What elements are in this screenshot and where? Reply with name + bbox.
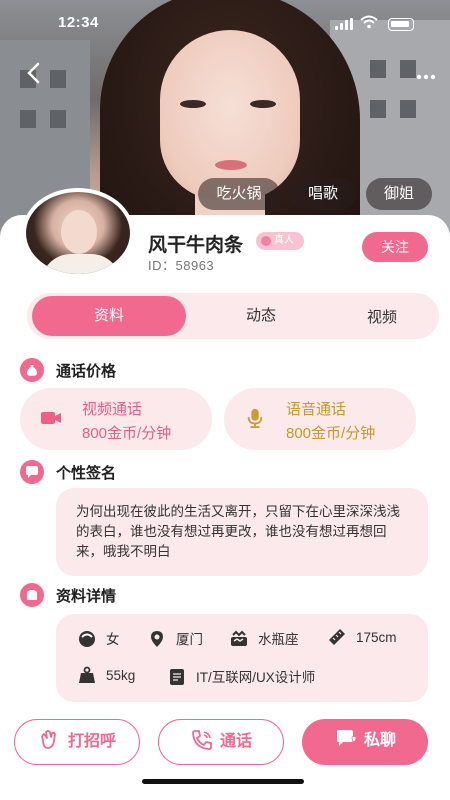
building-window [370,60,386,78]
private-chat-button[interactable]: 私聊 [302,719,428,765]
portrait-eye [180,100,206,108]
building-window [50,110,66,128]
portrait-lips [215,160,247,170]
greet-button-label: 打招呼 [67,733,116,750]
face-icon [79,631,95,647]
video-call-label: 视频通话 [82,401,143,418]
user-id: ID：58963 [148,258,215,273]
section-title: 通话价格 [56,363,117,380]
video-call-price: 800金币/分钟 [82,425,172,442]
more-options-icon[interactable] [416,64,436,85]
status-time: 12:34 [58,14,99,31]
verified-badge-label: 真人 [274,235,294,246]
call-button[interactable]: 通话 [158,719,284,765]
interest-tag: 吃火锅 [198,178,280,210]
home-indicator[interactable] [142,779,304,784]
document-icon [170,669,184,685]
status-bar: 12:34 [0,0,450,44]
avatar-face [61,210,97,254]
private-chat-button-label: 私聊 [363,732,396,749]
location-pin-icon [151,631,163,647]
building-window [400,100,416,118]
voice-call-price: 800金币/分钟 [286,425,376,442]
back-arrow-icon[interactable] [26,62,40,90]
video-camera-icon [41,412,61,424]
tab-moments[interactable]: 动态 [193,293,329,339]
zodiac-icon [231,630,247,646]
portrait-eye [250,100,276,108]
chat-heart-icon [336,730,357,746]
call-button-label: 通话 [219,733,252,750]
weight-icon [79,666,95,683]
section-title: 资料详情 [56,588,117,605]
wave-hand-icon [41,730,56,749]
interest-tag: 唱歌 [290,178,356,210]
detail-job-value: IT/互联网/UX设计师 [196,670,316,685]
interest-tag: 御姐 [366,178,432,210]
battery-icon [388,18,414,31]
detail-height-value: 175cm [356,630,397,645]
profile-card-icon [20,583,44,607]
tab-profile[interactable]: 资料 [32,296,186,336]
profile-name: 风干牛肉条 [148,235,244,256]
details-box: 女 厦门 水瓶座 175cm 55kg IT/互联网/UX设计师 [56,614,428,702]
money-bag-icon [20,358,44,382]
speech-bubble-icon [20,460,44,484]
building-window [50,70,66,88]
greet-button[interactable]: 打招呼 [14,719,140,765]
building-window [400,60,416,78]
detail-gender-value: 女 [106,632,120,647]
profile-tabs: 资料 动态 视频 [27,293,439,339]
avatar[interactable] [22,188,134,278]
section-title: 个性签名 [56,465,117,482]
phone-icon [192,730,212,750]
detail-zodiac-value: 水瓶座 [258,632,299,647]
detail-city-value: 厦门 [176,632,203,647]
portrait-face [160,30,300,200]
detail-city: 厦门 [148,628,203,648]
video-call-price-card[interactable]: 视频通话 800金币/分钟 [20,388,212,450]
detail-weight: 55kg [78,666,135,684]
ruler-icon [329,629,345,645]
voice-call-label: 语音通话 [286,401,347,418]
microphone-icon [247,408,263,428]
detail-height: 175cm [328,628,397,646]
verified-dot-icon [261,236,271,246]
detail-gender: 女 [78,628,120,648]
cellular-signal-icon [335,18,353,30]
verified-real-badge: 真人 [256,232,304,250]
voice-call-price-card[interactable]: 语音通话 800金币/分钟 [224,388,416,450]
signature-text: 为何出现在彼此的生活又离开，只留下在心里深深浅浅的表白，谁也没有想过再更改，谁也… [56,488,428,576]
building-window [20,110,36,128]
detail-zodiac: 水瓶座 [230,628,299,648]
building-window [370,100,386,118]
wifi-icon [360,15,378,32]
detail-weight-value: 55kg [106,668,136,683]
detail-job: IT/互联网/UX设计师 [168,666,315,686]
tab-videos[interactable]: 视频 [319,295,445,341]
follow-button[interactable]: 关注 [362,232,428,262]
